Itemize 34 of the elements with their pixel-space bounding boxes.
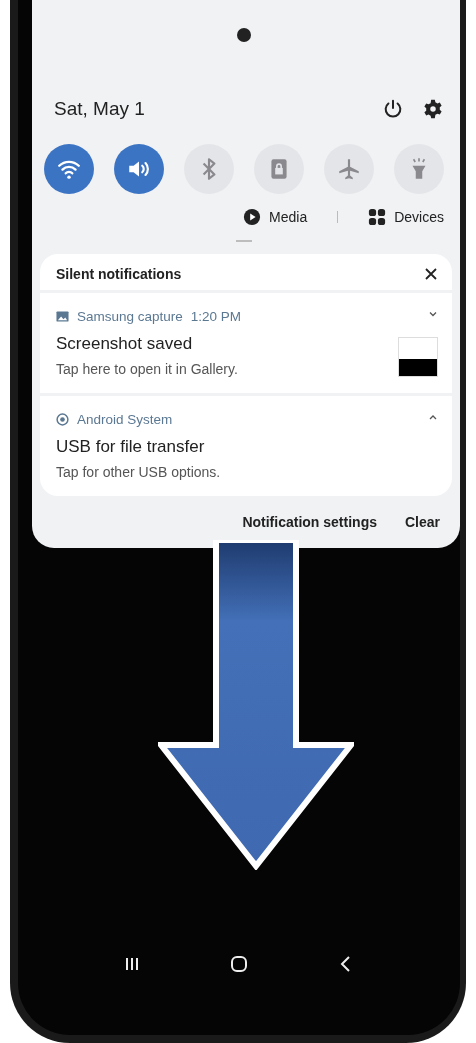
lock-folder-toggle[interactable] [254,144,304,194]
system-icon [56,413,69,426]
airplane-icon [336,156,362,182]
app-name: Samsung capture [77,309,183,324]
section-title: Silent notifications [56,266,183,282]
image-icon [56,310,69,323]
settings-icon[interactable] [422,98,444,120]
devices-button[interactable]: Devices [368,208,444,226]
power-icon[interactable] [382,98,404,120]
grid-icon [368,208,387,226]
speaker-toggle[interactable] [114,144,164,194]
camera-notch [237,28,251,42]
chevron-icon[interactable] [428,309,438,319]
flashlight-toggle[interactable] [394,144,444,194]
app-name: Android System [77,412,173,427]
wifi-toggle[interactable] [44,144,94,194]
notification-body: Tap for other USB options. [56,464,222,480]
footer-button[interactable]: Notification settings [242,514,377,530]
footer-button[interactable]: Clear [404,514,440,530]
media-button[interactable]: Media [243,208,308,226]
date-text: Sat, May 1 [54,98,146,120]
notification-title: Screenshot saved [56,334,194,354]
close-icon[interactable] [424,267,438,281]
drag-handle[interactable] [236,240,252,242]
notification[interactable]: Android System USB for file transfer Tap for other USB options. [40,393,452,496]
home-icon[interactable] [230,955,248,973]
play-icon [243,208,262,226]
bluetooth-toggle[interactable] [184,144,234,194]
notification-title: USB for file transfer [56,437,206,457]
notification-time: 1:20 PM [190,309,242,324]
screenshot-thumbnail [398,337,438,377]
airplane-toggle[interactable] [324,144,374,194]
notification-body: Tap here to open it in Gallery. [56,361,239,377]
notification[interactable]: Samsung capture 1:20 PM Screenshot saved Tap here to open it in Gallery. [40,290,452,393]
